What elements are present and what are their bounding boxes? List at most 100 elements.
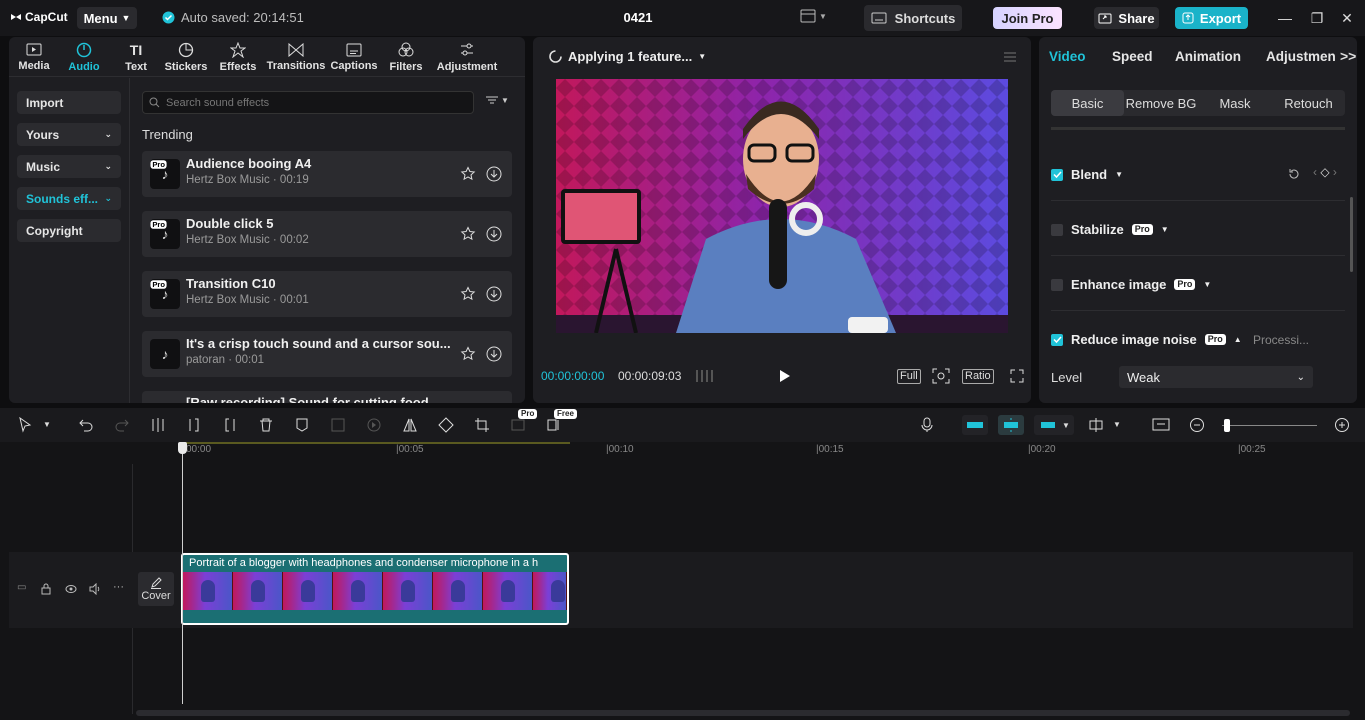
sound-item[interactable]: ♪ Pro Audience booing A4 Hertz Box Music …	[142, 151, 512, 197]
mark-icon[interactable]	[294, 417, 310, 433]
tab-video[interactable]: Video	[1049, 49, 1086, 64]
subtab-mask[interactable]: Mask	[1198, 90, 1272, 116]
reduce-noise-option[interactable]: Reduce image noise Pro ▲	[1051, 332, 1242, 347]
tab-adjustment[interactable]: Adjustment	[435, 39, 499, 75]
split-right-icon[interactable]	[222, 417, 238, 433]
tab-captions[interactable]: Captions	[329, 39, 379, 75]
timeline[interactable]: 00:00 |00:05 |00:10 |00:15 |00:20 |00:25…	[0, 442, 1365, 720]
share-button[interactable]: Share	[1094, 7, 1159, 29]
tab-media[interactable]: Media	[17, 39, 51, 75]
preview-axis-icon[interactable]	[1088, 417, 1108, 433]
reset-icon[interactable]	[1287, 167, 1301, 181]
menu-icon[interactable]	[1003, 51, 1017, 63]
ai-edit-icon[interactable]	[546, 417, 562, 433]
search-input[interactable]: Search sound effects	[142, 91, 474, 114]
filter-button[interactable]: ▼	[485, 95, 509, 105]
ratio-button[interactable]: Ratio	[962, 369, 994, 384]
minimize-icon[interactable]: —	[1276, 9, 1294, 27]
playhead-handle[interactable]	[178, 442, 187, 454]
star-icon[interactable]	[460, 166, 476, 182]
menu-button[interactable]: Menu ▼	[77, 7, 137, 29]
star-icon[interactable]	[460, 286, 476, 302]
subtab-retouch[interactable]: Retouch	[1272, 90, 1345, 116]
video-preview[interactable]	[556, 79, 1008, 333]
tab-effects[interactable]: Effects	[219, 39, 257, 75]
sound-item[interactable]: ♪ Pro Double click 5 Hertz Box Music · 00…	[142, 211, 512, 257]
delete-icon[interactable]	[258, 417, 274, 433]
split-left-icon[interactable]	[186, 417, 202, 433]
star-icon[interactable]	[460, 346, 476, 362]
sidebar-item-music[interactable]: Music ⌄	[17, 155, 121, 178]
play-icon[interactable]	[777, 369, 791, 383]
shortcuts-button[interactable]: Shortcuts	[864, 5, 962, 31]
link-button[interactable]: ▼	[1034, 415, 1074, 435]
lock-icon[interactable]	[41, 583, 51, 595]
fit-timeline-icon[interactable]	[1152, 417, 1170, 433]
freeze-icon[interactable]	[330, 417, 346, 433]
chevron-down-icon[interactable]: ▼	[1113, 420, 1121, 429]
fullscreen-icon[interactable]	[1010, 369, 1024, 383]
timeline-scrollbar[interactable]	[136, 710, 1350, 716]
zoom-out-icon[interactable]	[1189, 417, 1205, 433]
level-select[interactable]: Weak ⌄	[1119, 366, 1313, 388]
processing-status[interactable]: Applying 1 feature... ▼	[549, 49, 706, 64]
video-clip[interactable]: Portrait of a blogger with headphones an…	[181, 553, 569, 625]
time-ruler[interactable]: 00:00 |00:05 |00:10 |00:15 |00:20 |00:25	[184, 442, 1364, 460]
checkbox-icon[interactable]	[1051, 278, 1063, 291]
sidebar-item-import[interactable]: Import	[17, 91, 121, 114]
join-pro-button[interactable]: Join Pro	[993, 7, 1062, 29]
reverse-icon[interactable]	[366, 417, 382, 433]
maximize-icon[interactable]: ❐	[1308, 9, 1326, 27]
subtab-remove-bg[interactable]: Remove BG	[1124, 90, 1198, 116]
sound-item[interactable]: ♪ Pro Transition C10 Hertz Box Music · 00…	[142, 271, 512, 317]
snapshot-icon[interactable]	[932, 368, 950, 384]
mirror-icon[interactable]	[402, 417, 418, 433]
subtab-basic[interactable]: Basic	[1051, 90, 1124, 116]
audio-volume-icon[interactable]	[89, 583, 101, 595]
layout-button[interactable]: ▼	[800, 9, 827, 23]
sidebar-item-sound-effects[interactable]: Sounds eff... ⌄	[17, 187, 121, 210]
sidebar-item-copyright[interactable]: Copyright	[17, 219, 121, 242]
export-button[interactable]: Export	[1175, 7, 1248, 29]
zoom-slider-handle[interactable]	[1224, 419, 1230, 432]
chevron-down-icon[interactable]: ▼	[43, 420, 51, 429]
keyframe-icon[interactable]: ◇	[1320, 165, 1329, 179]
blend-option[interactable]: Blend ▼	[1051, 167, 1123, 182]
main-track-magnet-button[interactable]	[962, 415, 988, 435]
zoom-slider[interactable]	[1222, 425, 1317, 426]
eye-icon[interactable]	[65, 584, 77, 594]
checkbox-checked-icon[interactable]	[1051, 168, 1063, 181]
download-icon[interactable]	[486, 226, 502, 242]
checkbox-checked-icon[interactable]	[1051, 333, 1063, 346]
checkbox-icon[interactable]	[1051, 223, 1063, 236]
auto-snap-button[interactable]	[998, 415, 1024, 435]
download-icon[interactable]	[486, 346, 502, 362]
star-icon[interactable]	[460, 226, 476, 242]
tab-transitions[interactable]: Transitions	[267, 39, 325, 75]
enhance-image-option[interactable]: Enhance image Pro ▼	[1051, 277, 1211, 292]
full-button[interactable]: Full	[897, 369, 921, 384]
rotate-icon[interactable]	[438, 417, 454, 433]
cover-button[interactable]: Cover	[138, 572, 174, 606]
zoom-in-icon[interactable]	[1334, 417, 1350, 433]
download-icon[interactable]	[486, 286, 502, 302]
more-tabs-icon[interactable]: >>	[1340, 48, 1356, 64]
more-icon[interactable]: ···	[113, 581, 124, 593]
playhead[interactable]	[182, 442, 183, 704]
microphone-icon[interactable]	[920, 417, 934, 433]
tab-text[interactable]: TI Text	[121, 39, 151, 75]
sound-item-partial[interactable]: [Raw recording] Sound for cutting food	[142, 391, 512, 403]
crop-icon[interactable]	[474, 417, 490, 433]
sidebar-item-yours[interactable]: Yours ⌄	[17, 123, 121, 146]
split-icon[interactable]	[150, 417, 166, 433]
inspector-scrollbar[interactable]	[1350, 197, 1353, 272]
tab-adjustment[interactable]: Adjustmen	[1266, 49, 1340, 64]
sound-item[interactable]: ♪ It's a crisp touch sound and a cursor …	[142, 331, 512, 377]
stabilize-option[interactable]: Stabilize Pro ▼	[1051, 222, 1169, 237]
close-icon[interactable]: ✕	[1338, 9, 1356, 27]
redo-icon[interactable]	[114, 417, 130, 433]
tab-stickers[interactable]: Stickers	[165, 39, 207, 75]
waveform-icon[interactable]	[695, 369, 715, 383]
tab-filters[interactable]: Filters	[389, 39, 423, 75]
tab-animation[interactable]: Animation	[1175, 49, 1241, 64]
